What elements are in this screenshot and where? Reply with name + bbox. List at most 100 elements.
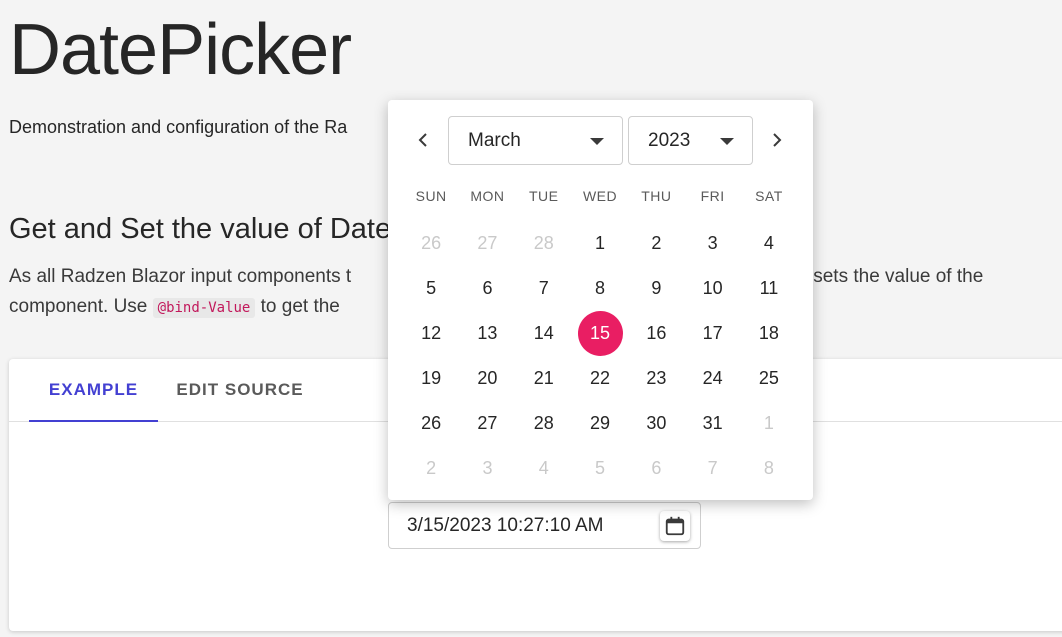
calendar-day-number: 29 bbox=[590, 413, 611, 433]
prev-month-button[interactable] bbox=[407, 124, 439, 156]
datepicker-input[interactable]: 3/15/2023 10:27:10 AM bbox=[388, 502, 701, 549]
calendar-day-number: 6 bbox=[651, 458, 662, 478]
calendar-day[interactable]: 10 bbox=[684, 266, 740, 311]
calendar-day-other-month[interactable]: 2 bbox=[403, 446, 459, 491]
calendar-day[interactable]: 6 bbox=[459, 266, 515, 311]
calendar-day-number: 23 bbox=[646, 368, 667, 388]
calendar-day-number: 3 bbox=[482, 458, 493, 478]
calendar-day[interactable]: 14 bbox=[516, 311, 572, 356]
tab-example[interactable]: EXAMPLE bbox=[29, 359, 158, 422]
tab-edit-source[interactable]: EDIT SOURCE bbox=[164, 359, 316, 421]
calendar-day[interactable]: 18 bbox=[741, 311, 797, 356]
year-select-value: 2023 bbox=[648, 130, 691, 151]
calendar-day-other-month[interactable]: 8 bbox=[741, 446, 797, 491]
calendar-day[interactable]: 21 bbox=[516, 356, 572, 401]
calendar-day[interactable]: 26 bbox=[403, 401, 459, 446]
page: DatePicker Demonstration and configurati… bbox=[0, 0, 1062, 637]
calendar-day[interactable]: 11 bbox=[741, 266, 797, 311]
weekday-thu: THU bbox=[641, 188, 672, 204]
weekday-sun: SUN bbox=[415, 188, 447, 204]
calendar-day[interactable]: 20 bbox=[459, 356, 515, 401]
calendar-day[interactable]: 30 bbox=[628, 401, 684, 446]
calendar-day[interactable]: 28 bbox=[516, 401, 572, 446]
calendar-day-other-month[interactable]: 5 bbox=[572, 446, 628, 491]
calendar-day-number: 12 bbox=[421, 323, 442, 343]
calendar-day[interactable]: 16 bbox=[628, 311, 684, 356]
calendar-day[interactable]: 8 bbox=[572, 266, 628, 311]
chevron-left-icon bbox=[418, 133, 427, 147]
calendar-day[interactable]: 5 bbox=[403, 266, 459, 311]
calendar-day[interactable]: 7 bbox=[516, 266, 572, 311]
calendar-day[interactable]: 25 bbox=[741, 356, 797, 401]
calendar-day-other-month[interactable]: 26 bbox=[403, 221, 459, 266]
calendar-day-selected[interactable]: 15 bbox=[572, 311, 628, 356]
calendar-day-number: 24 bbox=[702, 368, 723, 388]
calendar-day-grid: 26 27 28 1 2 3 4 5 6 7 8 9 10 11 12 13 14 15 16 17 18 19 20 21 2… bbox=[403, 221, 797, 491]
calendar-day[interactable]: 17 bbox=[684, 311, 740, 356]
calendar-day[interactable]: 31 bbox=[684, 401, 740, 446]
chevron-right-icon bbox=[773, 133, 782, 147]
calendar-day-number: 22 bbox=[590, 368, 611, 388]
calendar-day-number: 27 bbox=[477, 233, 498, 253]
calendar-day-other-month[interactable]: 1 bbox=[741, 401, 797, 446]
calendar-day-number: 30 bbox=[646, 413, 667, 433]
calendar-day-number: 1 bbox=[595, 233, 606, 253]
calendar-day-number: 4 bbox=[763, 233, 774, 253]
calendar-day-number: 8 bbox=[595, 278, 606, 298]
section-title: Get and Set the value of Date bbox=[9, 213, 392, 245]
calendar-day[interactable]: 13 bbox=[459, 311, 515, 356]
calendar-day-other-month[interactable]: 7 bbox=[684, 446, 740, 491]
calendar-day-number: 7 bbox=[707, 458, 718, 478]
calendar-day[interactable]: 9 bbox=[628, 266, 684, 311]
calendar-day-number: 16 bbox=[646, 323, 667, 343]
calendar-day-number: 19 bbox=[421, 368, 442, 388]
calendar-popup: March 2023 SUN MON TUE WED THU FRI SAT 26 27 28 1… bbox=[388, 100, 813, 500]
calendar-icon bbox=[665, 516, 685, 536]
calendar-day-number: 28 bbox=[533, 233, 554, 253]
calendar-day-number: 7 bbox=[538, 278, 549, 298]
calendar-day-number: 1 bbox=[763, 413, 774, 433]
month-select[interactable]: March bbox=[448, 116, 623, 165]
calendar-day-number: 11 bbox=[759, 278, 779, 298]
calendar-day-number: 31 bbox=[702, 413, 723, 433]
calendar-day-other-month[interactable]: 28 bbox=[516, 221, 572, 266]
calendar-day[interactable]: 2 bbox=[628, 221, 684, 266]
year-select[interactable]: 2023 bbox=[628, 116, 753, 165]
calendar-day[interactable]: 24 bbox=[684, 356, 740, 401]
page-title: DatePicker bbox=[9, 10, 352, 90]
weekday-sat: SAT bbox=[755, 188, 783, 204]
calendar-day-number: 4 bbox=[538, 458, 549, 478]
calendar-day[interactable]: 27 bbox=[459, 401, 515, 446]
calendar-day-number: 10 bbox=[702, 278, 723, 298]
calendar-day[interactable]: 22 bbox=[572, 356, 628, 401]
calendar-day-other-month[interactable]: 6 bbox=[628, 446, 684, 491]
calendar-day-number: 20 bbox=[477, 368, 498, 388]
calendar-day-other-month[interactable]: 4 bbox=[516, 446, 572, 491]
description-line-2-post: to get the bbox=[260, 296, 340, 317]
calendar-day[interactable]: 29 bbox=[572, 401, 628, 446]
calendar-day-number: 5 bbox=[595, 458, 606, 478]
calendar-day[interactable]: 19 bbox=[403, 356, 459, 401]
calendar-day[interactable]: 23 bbox=[628, 356, 684, 401]
next-month-button[interactable] bbox=[761, 124, 793, 156]
chevron-down-icon bbox=[720, 138, 734, 145]
calendar-day-other-month[interactable]: 3 bbox=[459, 446, 515, 491]
calendar-day[interactable]: 12 bbox=[403, 311, 459, 356]
calendar-day-number: 5 bbox=[426, 278, 437, 298]
calendar-day-number: 25 bbox=[758, 368, 779, 388]
weekday-mon: MON bbox=[470, 188, 505, 204]
calendar-day-number: 17 bbox=[702, 323, 723, 343]
calendar-day[interactable]: 3 bbox=[684, 221, 740, 266]
description-line-1-text: As all Radzen Blazor input components t bbox=[9, 266, 352, 287]
calendar-day-other-month[interactable]: 27 bbox=[459, 221, 515, 266]
calendar-day-number: 26 bbox=[421, 413, 442, 433]
calendar-day[interactable]: 1 bbox=[572, 221, 628, 266]
datepicker-input-value: 3/15/2023 10:27:10 AM bbox=[407, 515, 604, 536]
calendar-day[interactable]: 4 bbox=[741, 221, 797, 266]
calendar-toggle-button[interactable] bbox=[660, 511, 690, 541]
calendar-day-number: 6 bbox=[482, 278, 493, 298]
page-subtitle: Demonstration and configuration of the R… bbox=[9, 117, 348, 137]
calendar-day-number: 2 bbox=[651, 233, 662, 253]
weekday-fri: FRI bbox=[700, 188, 725, 204]
month-select-value: March bbox=[468, 130, 521, 151]
